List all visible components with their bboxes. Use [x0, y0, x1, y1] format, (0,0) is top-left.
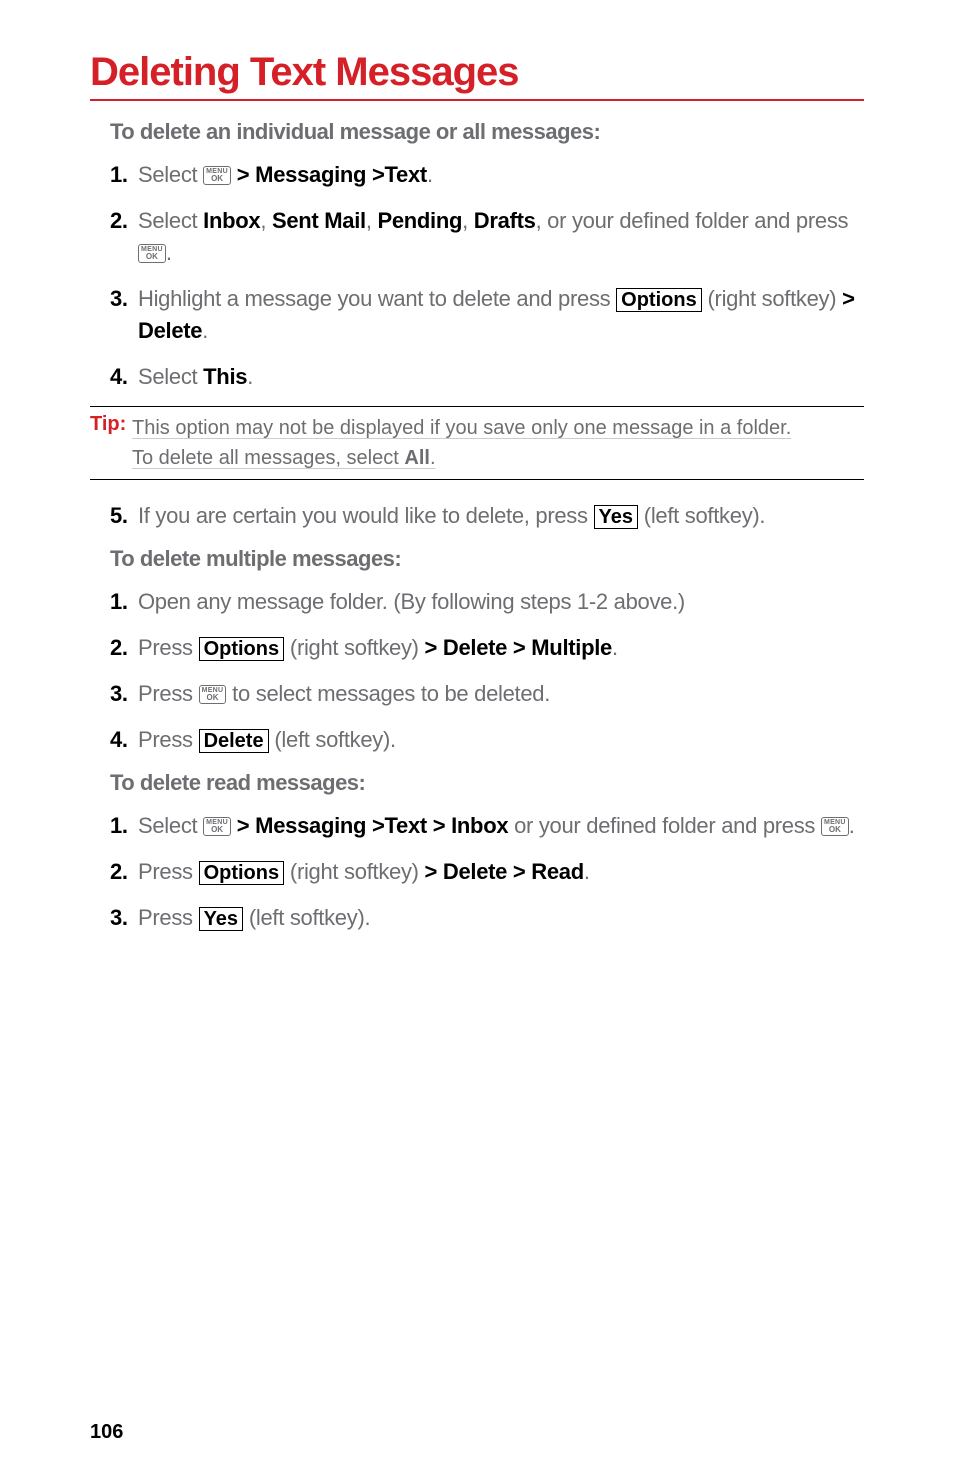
page-title: Deleting Text Messages: [90, 50, 864, 101]
text: .: [166, 240, 172, 265]
text: Sent Mail: [272, 208, 366, 233]
text: Press: [138, 635, 199, 660]
list-item: 4. Select This.: [110, 361, 864, 393]
list-item: 3. Press MENUOK to select messages to be…: [110, 678, 864, 710]
text: (left softkey).: [638, 503, 765, 528]
text: >: [231, 162, 255, 187]
text: (right softkey): [284, 859, 424, 884]
text: .: [247, 364, 253, 389]
text: .: [202, 318, 208, 343]
text: If you are certain you would like to del…: [138, 503, 594, 528]
tip-label: Tip:: [90, 413, 126, 435]
menu-ok-icon: MENUOK: [138, 244, 166, 263]
text: Select: [138, 364, 203, 389]
list-section1: 1. Select MENUOK > Messaging >Text. 2. S…: [110, 159, 864, 392]
text: Select: [138, 208, 203, 233]
text: >: [842, 286, 855, 311]
tip-text: To delete all messages, select: [132, 447, 404, 469]
text: Delete > Read: [443, 859, 584, 884]
text: Select: [138, 813, 203, 838]
text: ,: [260, 208, 272, 233]
text: Messaging >Text: [255, 162, 427, 187]
list-item: 1. Select MENUOK > Messaging >Text > Inb…: [110, 810, 864, 842]
text: >: [425, 859, 443, 884]
list-section2: 1. Open any message folder. (By followin…: [110, 586, 864, 756]
list-section1b: 5. If you are certain you would like to …: [110, 500, 864, 532]
softkey-yes: Yes: [199, 907, 243, 931]
subhead-delete-read: To delete read messages:: [110, 770, 864, 796]
text: This: [203, 364, 247, 389]
softkey-yes: Yes: [594, 505, 638, 529]
softkey-options: Options: [199, 637, 285, 661]
text: Pending: [377, 208, 462, 233]
menu-ok-icon: MENUOK: [203, 166, 231, 185]
menu-ok-icon: MENUOK: [199, 685, 227, 704]
list-item: 2. Press Options (right softkey) > Delet…: [110, 856, 864, 888]
list-item: 2. Press Options (right softkey) > Delet…: [110, 632, 864, 664]
text: (left softkey).: [269, 727, 396, 752]
menu-ok-icon: MENUOK: [821, 817, 849, 836]
softkey-delete: Delete: [199, 729, 269, 753]
text: .: [612, 635, 618, 660]
text: Select: [138, 162, 203, 187]
text: >: [425, 635, 443, 660]
text: Press: [138, 727, 199, 752]
list-item: 4. Press Delete (left softkey).: [110, 724, 864, 756]
text: Drafts: [474, 208, 536, 233]
text: Open any message folder. (By following s…: [138, 589, 685, 614]
text: Press: [138, 681, 199, 706]
text: Highlight a message you want to delete a…: [138, 286, 616, 311]
softkey-options: Options: [616, 288, 702, 312]
text: .: [427, 162, 433, 187]
text: Press: [138, 905, 199, 930]
tip-text: .: [430, 447, 436, 469]
text: Messaging >Text > Inbox: [255, 813, 508, 838]
text: or your defined folder and press: [508, 813, 821, 838]
list-item: 5. If you are certain you would like to …: [110, 500, 864, 532]
text: .: [584, 859, 590, 884]
list-item: 1. Select MENUOK > Messaging >Text.: [110, 159, 864, 191]
list-item: 2. Select Inbox, Sent Mail, Pending, Dra…: [110, 205, 864, 269]
softkey-options: Options: [199, 861, 285, 885]
tip-text: This option may not be displayed if you …: [132, 417, 791, 439]
menu-ok-icon: MENUOK: [203, 817, 231, 836]
text: Delete > Multiple: [443, 635, 612, 660]
text: , or your defined folder and press: [536, 208, 849, 233]
text: (left softkey).: [243, 905, 370, 930]
subhead-delete-multiple: To delete multiple messages:: [110, 546, 864, 572]
text: Inbox: [203, 208, 260, 233]
text: Delete: [138, 318, 202, 343]
text: (right softkey): [284, 635, 424, 660]
text: ,: [366, 208, 378, 233]
list-section3: 1. Select MENUOK > Messaging >Text > Inb…: [110, 810, 864, 934]
page-number: 106: [90, 1421, 123, 1444]
tip-text-bold: All: [404, 447, 430, 469]
list-item: 3. Press Yes (left softkey).: [110, 902, 864, 934]
text: ,: [462, 208, 474, 233]
list-item: 3. Highlight a message you want to delet…: [110, 283, 864, 347]
text: >: [231, 813, 255, 838]
tip-block: Tip: This option may not be displayed if…: [90, 406, 864, 480]
text: Press: [138, 859, 199, 884]
subhead-delete-individual: To delete an individual message or all m…: [110, 119, 864, 145]
text: to select messages to be deleted.: [226, 681, 550, 706]
list-item: 1. Open any message folder. (By followin…: [110, 586, 864, 618]
text: .: [849, 813, 855, 838]
text: (right softkey): [702, 286, 842, 311]
